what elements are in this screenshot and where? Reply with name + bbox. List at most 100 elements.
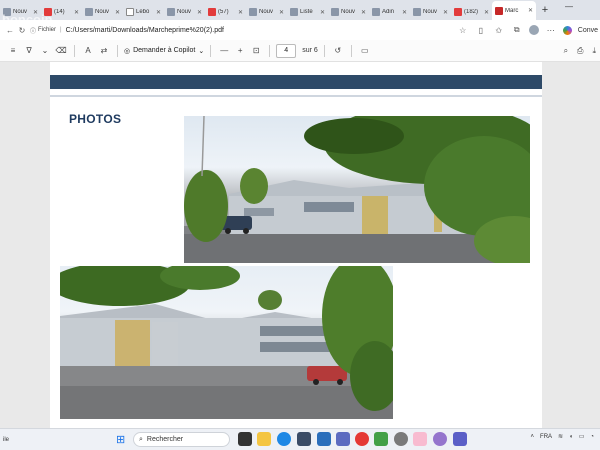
wifi-icon[interactable]: ≋	[558, 433, 563, 440]
notification-icon[interactable]: ◔	[590, 434, 594, 440]
highlight-icon[interactable]: ∇	[22, 46, 36, 55]
close-icon[interactable]: ✕	[320, 9, 325, 16]
new-tab-button[interactable]: +	[536, 4, 554, 16]
zoom-in-button[interactable]: +	[233, 46, 247, 55]
search-icon[interactable]: ⌕	[564, 46, 568, 56]
tab[interactable]: Liste ✕	[287, 4, 328, 20]
tab-label: (182)	[464, 9, 479, 15]
close-icon[interactable]: ✕	[279, 9, 284, 16]
chevron-down-icon: ⌄	[198, 47, 205, 55]
close-icon[interactable]: ✕	[443, 9, 448, 16]
edge-icon[interactable]	[277, 432, 291, 446]
language-indicator[interactable]: FRA	[540, 434, 552, 440]
ask-copilot-label: Demander à Copilot	[133, 47, 196, 54]
favorites-icon[interactable]: ✩	[493, 26, 505, 35]
close-icon[interactable]: ✕	[402, 9, 407, 16]
tab[interactable]: Lebo ✕	[123, 4, 164, 20]
print-icon[interactable]: ⎙	[577, 46, 583, 56]
system-tray: ˄ FRA ≋ ◖ ▭ ◔	[531, 433, 594, 441]
page-number-input[interactable]: 4	[276, 43, 297, 58]
tab-favicon-icon	[495, 6, 503, 15]
taskbar-search[interactable]: ⌕ Rechercher	[133, 432, 230, 447]
url-separator: |	[60, 27, 62, 33]
ask-copilot-button[interactable]: ◎ Demander à Copilot ⌄	[124, 47, 204, 55]
app-icon[interactable]	[336, 432, 350, 446]
tab-favicon-icon	[249, 8, 257, 16]
tab-strip: Nouv ✕ (14) ✕ Nouv ✕ Lebo ✕ Nouv ✕ (57) ✕ Nouv ✕ Liste…	[0, 0, 600, 20]
photos-app-icon[interactable]	[317, 432, 331, 446]
file-explorer-icon[interactable]	[257, 432, 271, 446]
tab-favicon-icon	[85, 8, 93, 16]
tab-favicon-icon	[331, 8, 339, 16]
toolbar-divider	[210, 44, 212, 57]
rotate-icon[interactable]: ↺	[331, 46, 345, 55]
battery-icon[interactable]: ▭	[579, 433, 585, 440]
close-icon[interactable]: ✕	[156, 9, 161, 16]
taskbar: ile ⊞ ⌕ Rechercher ˄ FRA ≋ ◖ ▭ ◔	[0, 428, 600, 450]
favorite-star-icon[interactable]: ☆	[457, 26, 469, 35]
copilot-taskbar-icon[interactable]	[433, 432, 447, 446]
tab[interactable]: Adin ✕	[369, 4, 410, 20]
copilot-sparkle-icon: ◎	[124, 47, 131, 55]
tab-label: Nouv	[341, 9, 356, 15]
close-icon[interactable]: ✕	[484, 9, 489, 16]
erase-icon[interactable]: ⌫	[54, 46, 68, 55]
toolbar-divider	[269, 44, 271, 57]
tab-favicon-icon	[454, 8, 462, 16]
tab[interactable]: Nouv ✕	[82, 4, 123, 20]
notes-icon[interactable]	[413, 432, 427, 446]
url-text[interactable]: C:/Users/marti/Downloads/Marcheprime%20(…	[66, 27, 224, 34]
close-icon[interactable]: ✕	[238, 9, 243, 16]
pdf-toolbar: ≡ ∇ ⌄ ⌫ A ⇄ ◎ Demander à Copilot ⌄ — + ⊡…	[0, 40, 600, 62]
tab[interactable]: (57) ✕	[205, 4, 246, 20]
page-title: PHOTOS	[69, 112, 122, 126]
store-icon[interactable]	[297, 432, 311, 446]
zoom-out-button[interactable]: —	[217, 46, 231, 55]
close-icon[interactable]: ✕	[115, 9, 120, 16]
close-icon[interactable]: ✕	[197, 9, 202, 16]
app-icon-green[interactable]	[374, 432, 388, 446]
chrome-icon[interactable]	[355, 432, 369, 446]
profile-avatar[interactable]	[528, 25, 539, 35]
tab-favicon-icon	[126, 8, 134, 16]
tab[interactable]: Nouv ✕	[328, 4, 369, 20]
copilot-panel-label[interactable]: Conve	[578, 27, 598, 34]
boncoin-watermark: boncoin	[2, 12, 53, 27]
building-photo-1	[184, 116, 530, 263]
tab-favicon-icon	[413, 8, 421, 16]
collections-icon[interactable]: ⧉	[511, 25, 523, 35]
teams-icon[interactable]	[453, 432, 467, 446]
more-menu-icon[interactable]: ⋯	[545, 26, 557, 35]
tab-favicon-icon	[167, 8, 175, 16]
tab[interactable]: Nouv ✕	[164, 4, 205, 20]
minimize-icon[interactable]: —	[565, 2, 573, 11]
read-aloud-icon[interactable]: A	[81, 46, 95, 55]
translate-icon[interactable]: ⇄	[97, 46, 111, 55]
contents-icon[interactable]: ≡	[6, 46, 20, 55]
pdf-viewer[interactable]: PHOTOS	[0, 62, 600, 428]
draw-chevron-icon[interactable]: ⌄	[38, 46, 52, 55]
tab[interactable]: Nouv ✕	[246, 4, 287, 20]
building-photo-2-drawing	[60, 266, 393, 419]
volume-icon[interactable]: ◖	[569, 434, 573, 440]
fit-page-icon[interactable]: ⊡	[249, 46, 263, 55]
tab-label: Nouv	[259, 9, 274, 15]
tab-active[interactable]: Marc ✕	[492, 1, 536, 20]
address-bar: ← ↻ ⓘ Fichier | C:/Users/marti/Downloads…	[0, 20, 600, 40]
close-icon[interactable]: ✕	[361, 9, 366, 16]
task-view-icon[interactable]	[238, 432, 252, 446]
settings-icon[interactable]	[394, 432, 408, 446]
page-view-icon[interactable]: ▭	[358, 46, 372, 55]
copilot-icon[interactable]	[562, 25, 572, 35]
windows-start-icon[interactable]: ⊞	[116, 433, 125, 446]
chevron-up-icon[interactable]: ˄	[531, 434, 535, 440]
tab[interactable]: (182) ✕	[451, 4, 492, 20]
tab[interactable]: Nouv ✕	[410, 4, 451, 20]
pdf-page: PHOTOS	[50, 62, 542, 428]
close-icon[interactable]: ✕	[528, 7, 533, 14]
tab-favicon-icon	[290, 8, 298, 16]
save-icon[interactable]: ⤓	[592, 46, 596, 56]
split-screen-icon[interactable]: ▯	[475, 26, 487, 35]
close-icon[interactable]: ✕	[74, 9, 79, 16]
tab-label: Lebo	[136, 9, 150, 15]
